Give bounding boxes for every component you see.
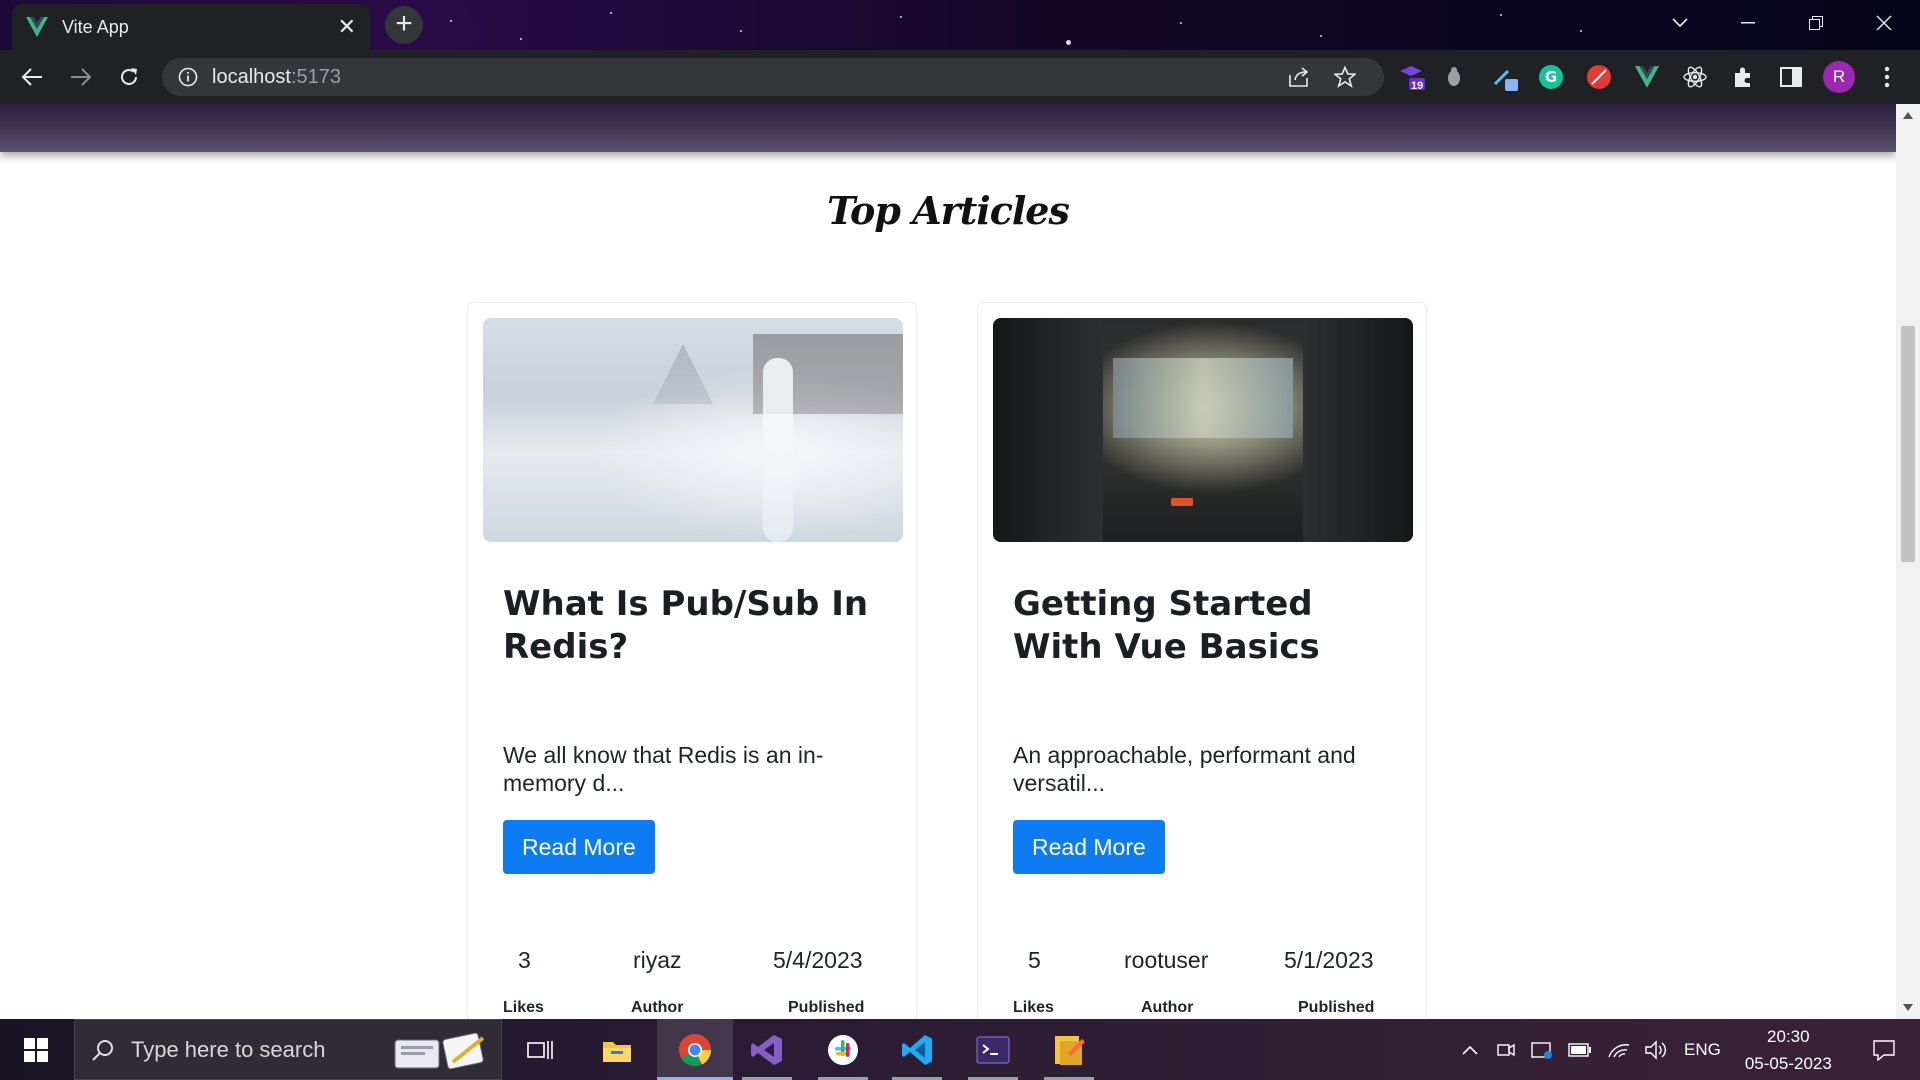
new-tab-button[interactable]: + [385,6,423,44]
vue-logo-icon [26,17,48,37]
tab-title: Vite App [62,16,129,37]
chrome-taskbar-icon[interactable] [657,1019,733,1080]
scroll-down-arrow-icon[interactable] [1903,1004,1913,1011]
back-arrow-icon[interactable] [15,60,49,94]
vue-devtools-icon[interactable] [1630,60,1664,94]
show-hidden-icons-chevron-icon[interactable] [1462,1045,1478,1055]
extension-block-icon[interactable] [1582,60,1616,94]
onedrive-sync-icon[interactable] [1530,1040,1554,1060]
scrollbar-thumb[interactable] [1901,326,1915,562]
extension-bug-icon[interactable] [1437,60,1471,94]
language-indicator[interactable]: ENG [1684,1040,1721,1060]
terminal-icon[interactable] [960,1019,1026,1080]
reload-icon[interactable] [112,60,146,94]
author-name: riyaz [633,947,682,973]
article-excerpt: An approachable, performant and versatil… [1013,742,1356,796]
article-excerpt: We all know that Redis is an in-memory d… [503,742,824,796]
article-title[interactable]: Getting Started With Vue Basics [1013,583,1393,669]
article-image-frosted-plants[interactable] [483,318,903,542]
search-placeholder: Type here to search [131,1036,326,1062]
system-tray: ENG 20:30 05-05-2023 [1462,1019,1896,1080]
published-date: 5/4/2023 [773,947,863,973]
address-bar[interactable]: localhost:5173 [162,58,1384,96]
likes-label: Likes [1013,999,1054,1016]
close-window-button[interactable] [1850,0,1918,46]
react-devtools-icon[interactable] [1678,60,1712,94]
article-card: Getting Started With Vue Basics An appro… [977,302,1427,1019]
clock[interactable]: 20:30 05-05-2023 [1745,1023,1832,1077]
extension-graduation-icon[interactable]: 19 [1395,60,1429,94]
published-label: Published [1298,999,1375,1016]
background-star [1580,30,1582,32]
browser-toolbar: localhost:5173 19 G R [0,50,1920,104]
background-star [740,30,742,32]
background-star [520,38,522,40]
background-star [450,20,452,22]
wifi-icon[interactable] [1608,1041,1630,1059]
slack-icon[interactable] [810,1019,876,1080]
windows-start-icon[interactable] [0,1019,72,1080]
side-panel-icon[interactable] [1774,60,1808,94]
article-title[interactable]: What Is Pub/Sub In Redis? [503,583,883,669]
published-date: 5/1/2023 [1284,947,1374,973]
browser-chrome: Vite App ✕ + localhost:5173 19 G R [0,0,1920,104]
tab-search-chevron-icon[interactable] [1646,0,1714,46]
forward-arrow-icon[interactable] [64,60,98,94]
volume-icon[interactable] [1644,1039,1666,1060]
background-star [1180,22,1182,24]
info-icon[interactable] [178,67,198,87]
likes-count: 3 [518,947,531,973]
author-label: Author [631,999,684,1016]
background-star [610,12,612,14]
background-star [1500,14,1502,16]
file-explorer-icon[interactable] [586,1019,648,1080]
bookmark-star-icon[interactable] [1334,66,1356,88]
profile-avatar[interactable]: R [1822,60,1856,94]
extension-color-picker-icon[interactable] [1488,60,1522,94]
battery-icon[interactable] [1568,1042,1592,1057]
read-more-button[interactable]: Read More [1013,820,1165,874]
background-star [1066,40,1071,45]
search-icon [92,1039,113,1061]
taskbar-search-box[interactable]: Type here to search [74,1019,502,1080]
read-more-button[interactable]: Read More [503,820,655,874]
visual-studio-icon[interactable] [734,1019,800,1080]
task-view-icon[interactable] [510,1019,570,1080]
share-icon[interactable] [1287,66,1311,88]
svg-text:G: G [1545,68,1557,86]
sticky-notes-icon[interactable] [1036,1019,1102,1080]
author-label: Author [1141,999,1194,1016]
page-scrollbar[interactable] [1896,104,1920,1019]
restore-button[interactable] [1782,0,1850,46]
profile-initial: R [1823,61,1855,93]
search-highlight-illustration-icon [394,1032,485,1070]
scroll-up-arrow-icon[interactable] [1903,112,1913,119]
section-title: Top Articles [827,188,1070,233]
meet-now-icon[interactable] [1496,1040,1516,1060]
url-text[interactable]: localhost:5173 [212,66,341,89]
extension-badge: 19 [1411,80,1424,92]
notifications-icon[interactable] [1872,1039,1896,1061]
page-viewport: Top Articles What Is Pub/Sub In Redis? W… [0,104,1896,1019]
author-name: rootuser [1124,947,1209,973]
windows-taskbar: Type here to search ENG 20:30 05-05-2023 [0,1019,1920,1080]
background-star [900,16,902,18]
likes-count: 5 [1028,947,1041,973]
grammarly-icon[interactable]: G [1534,60,1568,94]
published-label: Published [788,999,865,1016]
article-image-tunnel[interactable] [993,318,1413,542]
extensions-puzzle-icon[interactable] [1726,60,1760,94]
clock-time: 20:30 [1767,1026,1810,1046]
minimize-button[interactable] [1714,0,1782,46]
likes-label: Likes [503,999,544,1016]
background-star [1320,35,1322,37]
article-card: What Is Pub/Sub In Redis? We all know th… [467,302,917,1019]
more-menu-icon[interactable] [1870,60,1904,94]
browser-tab-active[interactable]: Vite App ✕ [12,4,370,50]
tab-close-button[interactable]: ✕ [338,16,356,38]
clock-date: 05-05-2023 [1744,1053,1832,1073]
vscode-icon[interactable] [884,1019,950,1080]
hero-banner [0,104,1896,152]
